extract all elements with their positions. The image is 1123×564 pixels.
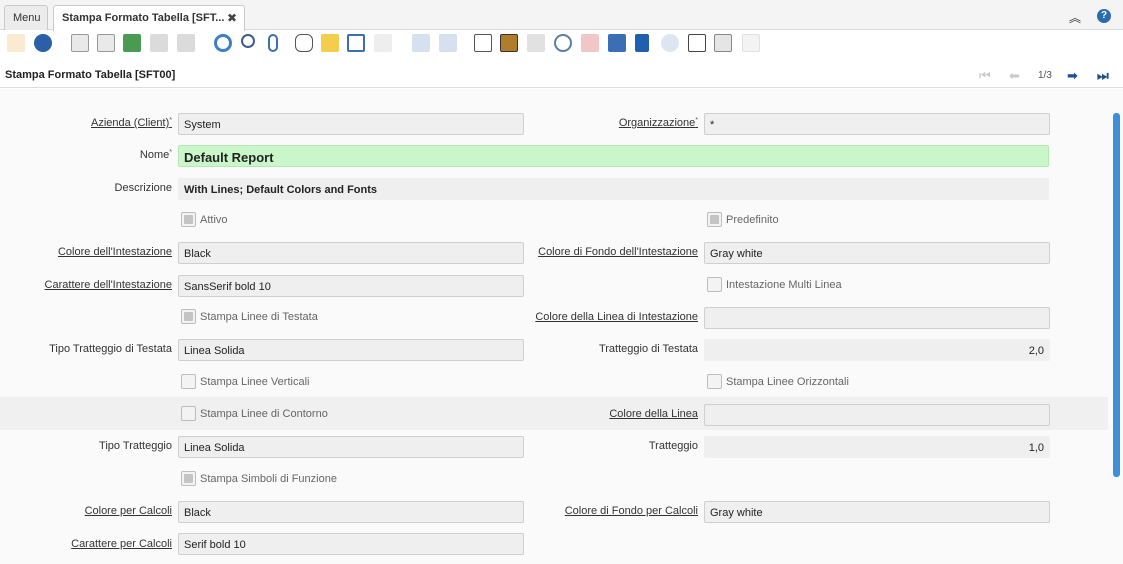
grid-toggle-icon[interactable] [347,34,365,52]
copy-record-icon[interactable] [97,34,115,52]
vertical-lines-checkbox[interactable] [181,374,196,389]
previous-record-icon[interactable]: ⬅ [1009,68,1020,84]
refresh-icon[interactable] [214,34,232,52]
multiline-header-label: Intestazione Multi Linea [726,279,842,291]
header-stroke-label: Tratteggio di Testata [598,343,698,355]
stroke-label: Tratteggio [648,440,698,452]
archive-icon[interactable] [500,34,518,52]
border-lines-label: Stampa Linee di Contorno [200,408,328,420]
close-icon[interactable]: ✖ [227,11,237,25]
stroke-field[interactable]: 1,0 [704,436,1050,458]
previous-parent-icon[interactable] [412,34,430,52]
default-checkbox-label: Predefinito [726,214,779,226]
header-font-field[interactable]: SansSerif bold 10 [178,275,524,297]
stroke-type-label: Tipo Tratteggio [99,440,172,452]
page-title: Stampa Formato Tabella [SFT00] [5,69,176,81]
client-field[interactable]: System [178,113,524,135]
print-icon[interactable] [527,34,545,52]
record-counter: 1/3 [1038,70,1052,81]
description-label: Descrizione [114,182,172,194]
help-circle-icon[interactable]: ? [1097,9,1111,23]
header-color-field[interactable]: Black [178,242,524,264]
tab-label: Stampa Formato Tabella [SFT... [62,12,225,24]
calc-font-field[interactable]: Serif bold 10 [178,533,524,555]
tab-stampa-formato-tabella[interactable]: Stampa Formato Tabella [SFT... ✖ [53,5,245,31]
active-checkbox[interactable] [181,212,196,227]
vertical-lines-label: Stampa Linee Verticali [200,376,310,388]
function-symbols-label: Stampa Simboli di Funzione [200,473,337,485]
record-form: Azienda (Client)* System Organizzazione*… [0,89,1110,564]
scrollbar-thumb[interactable] [1113,113,1120,477]
multi-row-icon[interactable] [374,34,392,52]
print-header-lines-label: Stampa Linee di Testata [200,311,318,323]
name-field[interactable]: Default Report [178,145,1049,167]
calc-color-label[interactable]: Colore per Calcoli [85,505,172,517]
process-icon[interactable] [661,34,679,52]
collapse-icon[interactable]: ︽ [1069,9,1081,26]
border-lines-checkbox[interactable] [181,406,196,421]
print-header-lines-checkbox[interactable] [181,309,196,324]
header-stroke-field[interactable]: 2,0 [704,339,1050,361]
toolbar [0,31,1123,57]
note-icon[interactable] [321,34,339,52]
calc-color-field[interactable]: Black [178,501,524,523]
client-label[interactable]: Azienda (Client)* [91,117,172,129]
next-record-icon[interactable]: ➡ [1067,68,1078,84]
import-icon[interactable] [688,34,706,52]
attachment-icon[interactable] [268,34,278,52]
product-info-icon[interactable] [635,34,649,52]
request-icon[interactable] [608,34,626,52]
header-font-label[interactable]: Carattere dell'Intestazione [45,279,172,291]
header-bg-color-field[interactable]: Gray white [704,242,1050,264]
active-workflows-icon[interactable] [581,34,599,52]
line-color-field[interactable] [704,404,1050,426]
fullscreen-icon[interactable] [742,34,760,52]
header-color-label[interactable]: Colore dell'Intestazione [58,246,172,258]
stroke-type-field[interactable]: Linea Solida [178,436,524,458]
active-checkbox-label: Attivo [200,214,228,226]
delete-selection-icon[interactable] [177,34,195,52]
calc-font-label[interactable]: Carattere per Calcoli [71,538,172,550]
header-stroke-type-field[interactable]: Linea Solida [178,339,524,361]
header-line-color-label[interactable]: Colore della Linea di Intestazione [535,311,698,323]
default-checkbox[interactable] [707,212,722,227]
delete-icon[interactable] [123,34,141,52]
multiline-header-checkbox[interactable] [707,277,722,292]
new-record-icon[interactable] [71,34,89,52]
last-record-icon[interactable]: ⏭ [1097,68,1109,84]
tab-menu[interactable]: Menu [4,5,48,30]
name-label: Nome* [139,149,172,161]
help-icon[interactable] [34,34,52,52]
header-line-color-field[interactable] [704,307,1050,329]
next-child-icon[interactable] [439,34,457,52]
calc-bg-color-field[interactable]: Gray white [704,501,1050,523]
description-field[interactable]: With Lines; Default Colors and Fonts [178,178,1049,200]
first-record-icon[interactable]: ⏮ [979,68,991,84]
export-icon[interactable] [714,34,732,52]
function-symbols-checkbox[interactable] [181,471,196,486]
chat-icon[interactable] [295,34,313,52]
calc-bg-color-label[interactable]: Colore di Fondo per Calcoli [565,505,698,517]
organization-field[interactable]: * [704,113,1050,135]
header-bg-color-label[interactable]: Colore di Fondo dell'Intestazione [538,246,698,258]
window-tab-bar: Menu Stampa Formato Tabella [SFT... ✖ ︽ … [0,0,1123,31]
save-icon[interactable] [150,34,168,52]
zoom-across-icon[interactable] [554,34,572,52]
report-icon[interactable] [474,34,492,52]
vertical-scrollbar[interactable] [1110,89,1123,564]
horizontal-lines-label: Stampa Linee Orizzontali [726,376,849,388]
header-stroke-type-label: Tipo Tratteggio di Testata [49,343,172,355]
organization-label[interactable]: Organizzazione* [619,117,698,129]
window-header: Stampa Formato Tabella [SFT00] ⏮ ⬅ 1/3 ➡… [0,62,1123,88]
undo-icon[interactable] [7,34,25,52]
find-icon[interactable] [241,34,255,48]
horizontal-lines-checkbox[interactable] [707,374,722,389]
line-color-label[interactable]: Colore della Linea [609,408,698,420]
